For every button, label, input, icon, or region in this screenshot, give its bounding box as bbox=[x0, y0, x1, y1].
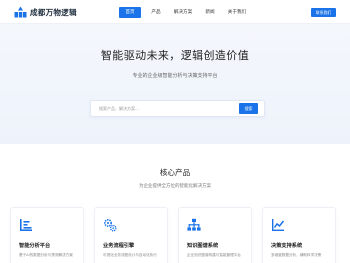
hero-subtitle: 专业的企业级智能分析与决策支持平台 bbox=[132, 73, 218, 79]
gears-icon bbox=[103, 218, 117, 232]
product-card-title: 决策支持系统 bbox=[271, 243, 303, 249]
top-navbar: 成都万物逻辑 首页 产品 解决方案 新闻 关于我们 联系我们 bbox=[0, 0, 350, 24]
product-card-title: 知识图谱系统 bbox=[187, 243, 219, 249]
product-card-decision-support[interactable]: 决策支持系统 多维度数据分析，辅助科学决策 bbox=[262, 207, 336, 263]
search-bar: 搜索 bbox=[90, 100, 265, 117]
products-section-title: 核心产品 bbox=[159, 168, 191, 177]
line-chart-icon bbox=[272, 219, 285, 231]
hero-section: 智能驱动未来，逻辑创造价值 专业的企业级智能分析与决策支持平台 搜索 bbox=[0, 24, 350, 144]
product-card-title: 智能分析平台 bbox=[19, 243, 51, 249]
brand-logo[interactable]: 成都万物逻辑 bbox=[14, 6, 77, 18]
search-button[interactable]: 搜索 bbox=[239, 103, 258, 114]
nav-item-news[interactable]: 新闻 bbox=[201, 7, 219, 18]
main-nav: 首页 产品 解决方案 新闻 关于我们 bbox=[119, 7, 249, 18]
nav-item-solutions[interactable]: 解决方案 bbox=[171, 7, 195, 18]
search-input[interactable] bbox=[99, 101, 239, 116]
sitemap-icon bbox=[187, 218, 201, 231]
product-card-title: 业务流程引擎 bbox=[103, 243, 135, 249]
nav-item-products[interactable]: 产品 bbox=[147, 7, 165, 18]
logo-icon bbox=[14, 6, 27, 18]
list-chart-icon bbox=[20, 219, 32, 231]
product-card-analytics[interactable]: 智能分析平台 基于AI的数据分析与预测解决方案 bbox=[10, 207, 84, 263]
product-card-workflow[interactable]: 业务流程引擎 可视化业务流程设计与自动化执行 bbox=[94, 207, 168, 263]
brand-name: 成都万物逻辑 bbox=[30, 7, 77, 17]
product-card-desc: 企业知识图谱构建与智能管理平台 bbox=[187, 253, 241, 257]
product-card-desc: 可视化业务流程设计与自动化执行 bbox=[103, 253, 157, 257]
product-card-knowledge-graph[interactable]: 知识图谱系统 企业知识图谱构建与智能管理平台 bbox=[178, 207, 252, 263]
hero-title: 智能驱动未来，逻辑创造价值 bbox=[100, 49, 250, 62]
nav-item-home[interactable]: 首页 bbox=[119, 7, 141, 18]
products-section-subtitle: 为企业提供全方位的智能化解决方案 bbox=[139, 184, 211, 189]
contact-us-button[interactable]: 联系我们 bbox=[311, 8, 336, 17]
nav-item-about[interactable]: 关于我们 bbox=[225, 7, 249, 18]
product-card-desc: 基于AI的数据分析与预测解决方案 bbox=[19, 253, 73, 257]
product-card-desc: 多维度数据分析，辅助科学决策 bbox=[271, 253, 322, 257]
